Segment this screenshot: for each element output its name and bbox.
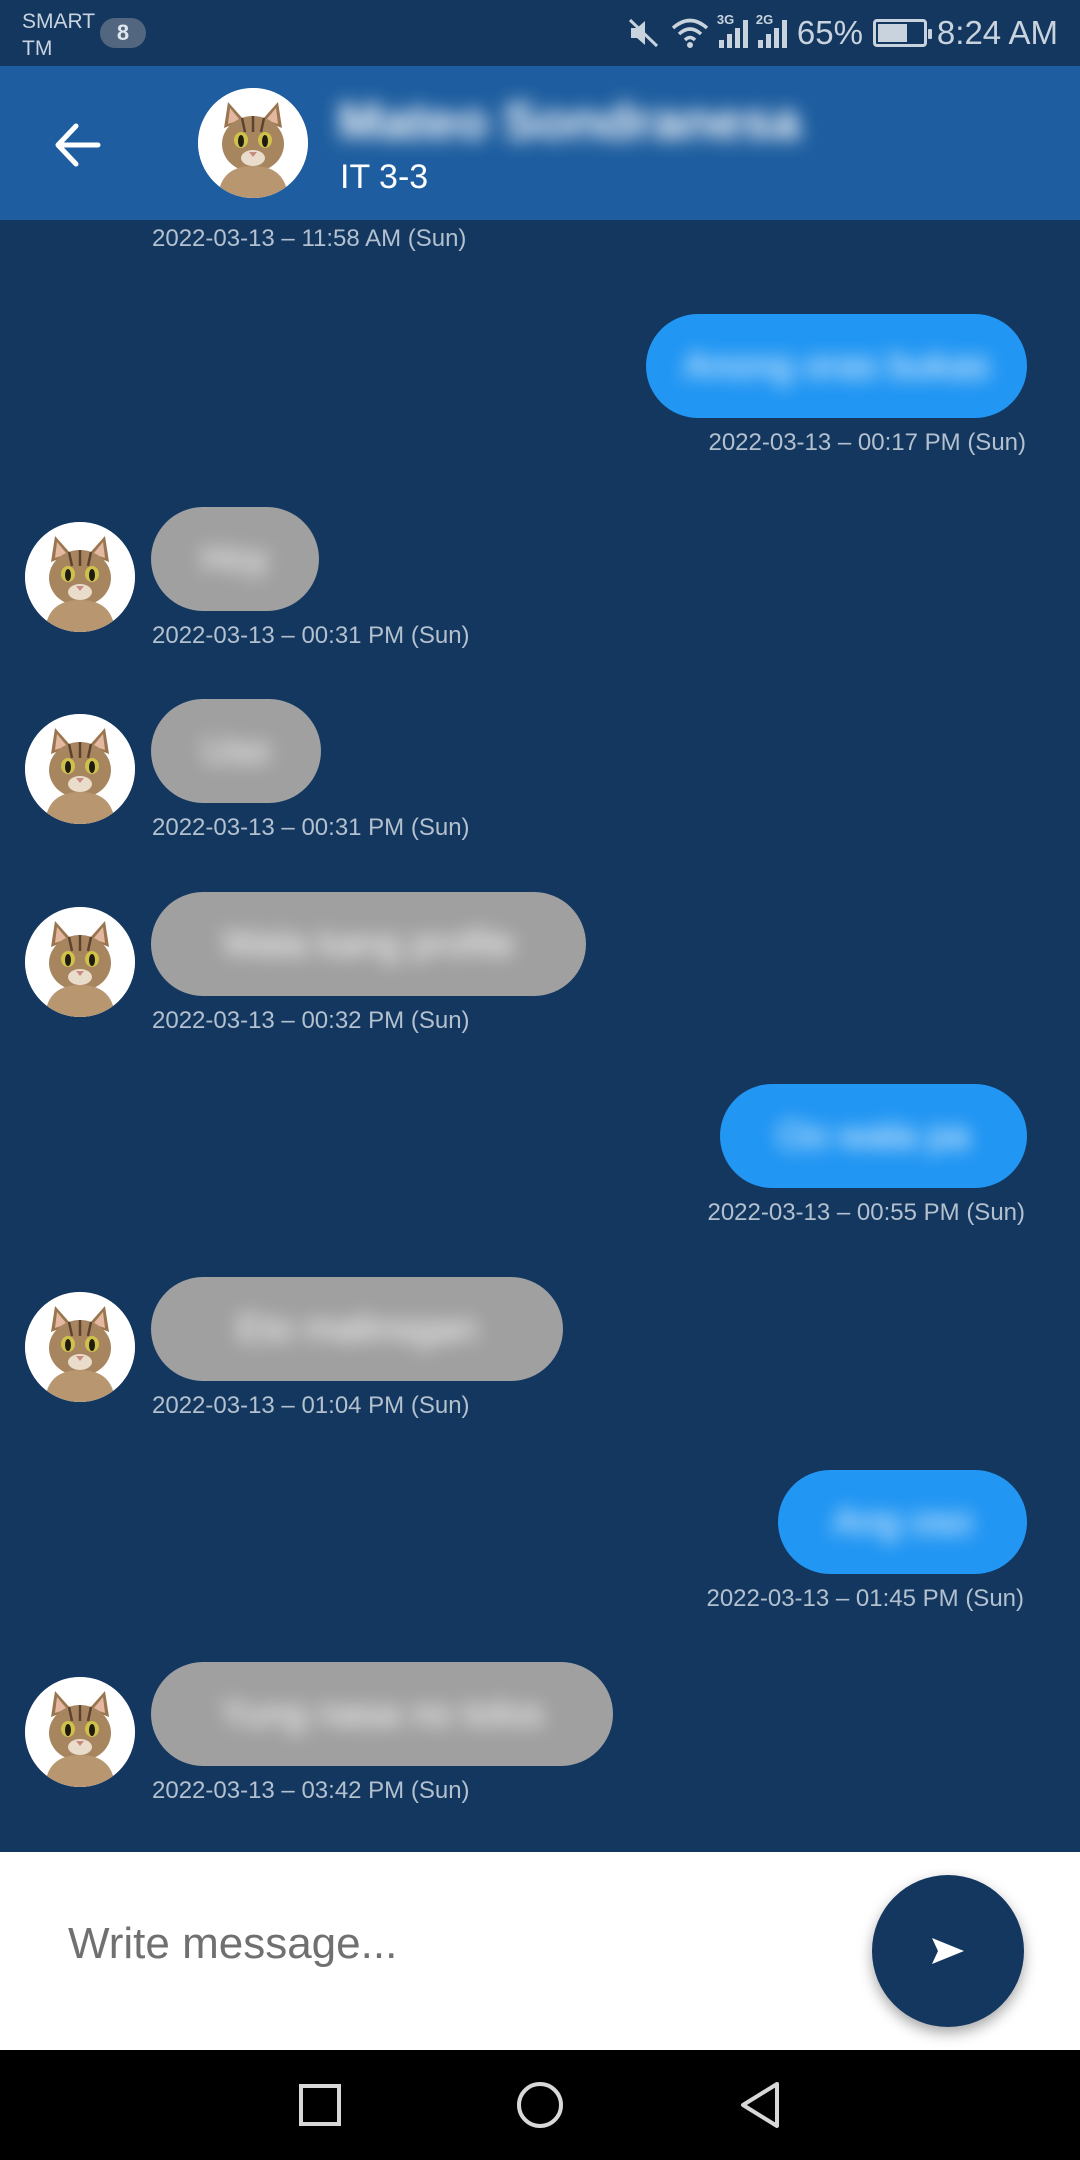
system-back-button[interactable] [725, 2072, 795, 2138]
network-type-2: 2G [755, 12, 774, 27]
message-timestamp: 2022-03-13 – 00:17 PM (Sun) [708, 429, 1026, 456]
cat-avatar-icon [25, 522, 135, 632]
message-timestamp: 2022-03-13 – 03:42 PM (Sun) [152, 1777, 470, 1804]
system-navigation-bar [0, 2050, 1080, 2160]
outgoing-message-bubble[interactable]: Ang oso [778, 1470, 1027, 1574]
send-icon [932, 1938, 964, 1964]
notification-count-badge: 8 [100, 18, 146, 48]
network-type-1: 3G [716, 12, 735, 27]
sender-avatar [25, 1292, 135, 1402]
sender-avatar [25, 1677, 135, 1787]
mute-icon [627, 17, 661, 49]
carrier-line-2: TM [22, 37, 53, 60]
message-timestamp: 2022-03-13 – 00:31 PM (Sun) [152, 622, 470, 649]
back-triangle-icon [741, 2082, 779, 2128]
message-timestamp: 2022-03-13 – 00:32 PM (Sun) [152, 1007, 470, 1034]
carrier-label: SMART TM [22, 8, 95, 62]
message-input[interactable] [68, 1904, 848, 1984]
carrier-line-1: SMART [22, 10, 96, 33]
arrow-left-icon [55, 123, 101, 167]
recents-square-icon [299, 2084, 341, 2126]
signal-icon-1: 3G [717, 12, 748, 48]
contact-avatar[interactable] [198, 88, 308, 198]
clock: 8:24 AM [936, 14, 1058, 51]
battery-charging-icon [872, 19, 932, 47]
home-button[interactable] [505, 2072, 575, 2138]
cat-avatar-icon [25, 1677, 135, 1787]
status-icons: 3G 2G 65% 8:24 AM [627, 10, 1058, 56]
cat-avatar-icon [25, 1292, 135, 1402]
recents-button[interactable] [285, 2072, 355, 2138]
sender-avatar [25, 907, 135, 1017]
outgoing-message-bubble[interactable]: Anong oras bukas [646, 314, 1027, 418]
cat-avatar-icon [198, 88, 308, 198]
message-timestamp: 2022-03-13 – 01:45 PM (Sun) [706, 1585, 1024, 1612]
sender-avatar [25, 522, 135, 632]
message-timestamp: 2022-03-13 – 00:55 PM (Sun) [707, 1199, 1025, 1226]
incoming-message-bubble[interactable]: Hoy [151, 507, 319, 611]
signal-icon-2: 2G [756, 12, 787, 48]
chat-header: Mateo Sondranesa IT 3-3 [0, 66, 1080, 220]
status-bar: SMART TM 8 3G 2G 65% 8:24 AM [0, 0, 1080, 66]
message-timestamp: 2022-03-13 – 11:58 AM (Sun) [152, 225, 467, 252]
cat-avatar-icon [25, 907, 135, 1017]
incoming-message-bubble[interactable]: Wala kang profile [151, 892, 586, 996]
back-button[interactable] [42, 110, 112, 180]
wifi-icon [671, 17, 709, 49]
send-button[interactable] [872, 1875, 1024, 2027]
contact-name: Mateo Sondranesa [338, 93, 801, 151]
sender-avatar [25, 714, 135, 824]
incoming-message-bubble[interactable]: Eto malinsgan [151, 1277, 563, 1381]
incoming-message-bubble[interactable]: Yung nasa no tolos [151, 1662, 613, 1766]
incoming-message-bubble[interactable]: Uso [151, 699, 321, 803]
message-list[interactable]: 2022-03-13 – 11:58 AM (Sun) Anong oras b… [0, 220, 1080, 1852]
cat-avatar-icon [25, 714, 135, 824]
contact-subtitle: IT 3-3 [340, 158, 429, 196]
outgoing-message-bubble[interactable]: Oo wala pa [720, 1084, 1027, 1188]
battery-percent: 65% [796, 14, 863, 51]
message-timestamp: 2022-03-13 – 00:31 PM (Sun) [152, 814, 470, 841]
home-circle-icon [517, 2082, 563, 2128]
message-timestamp: 2022-03-13 – 01:04 PM (Sun) [152, 1392, 470, 1419]
